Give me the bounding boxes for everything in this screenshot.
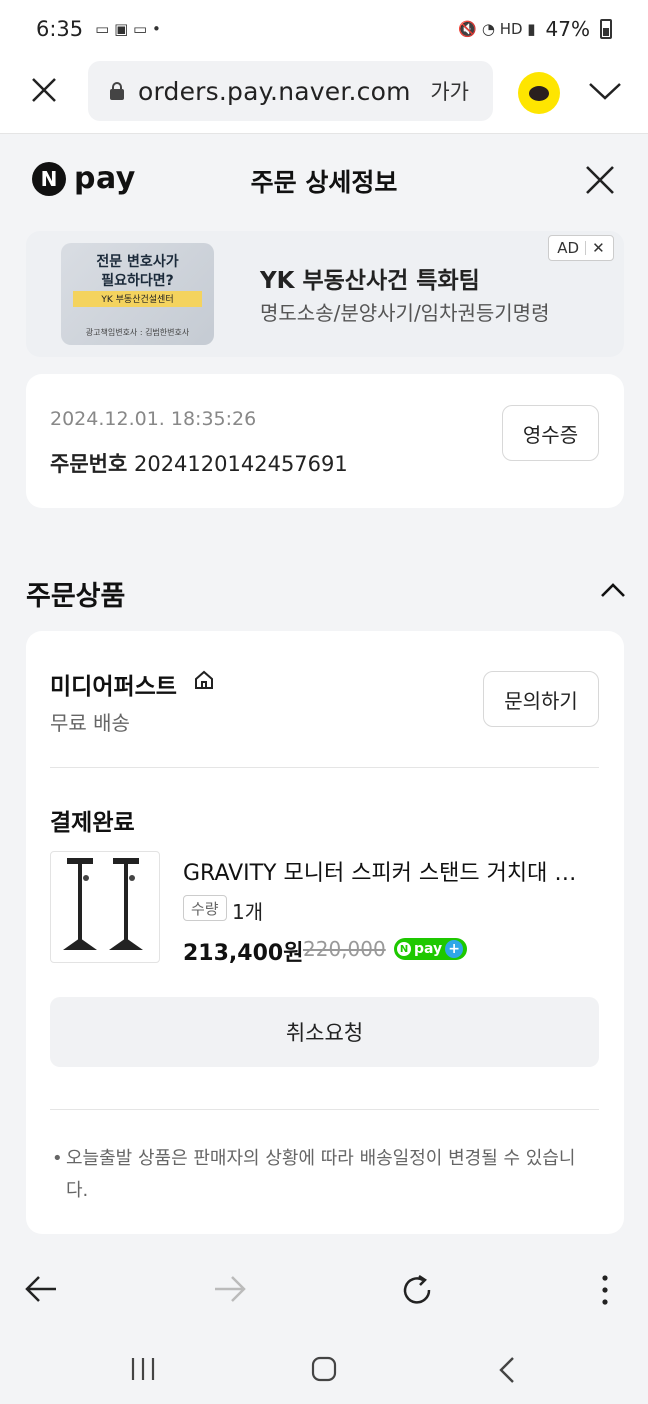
cancel-request-button[interactable]: 취소요청 [50, 997, 599, 1067]
home-icon[interactable] [311, 1356, 337, 1382]
ad-image-line4: 광고책임변호사 : 김범한변호사 [85, 328, 190, 337]
ad-badge-divider [585, 241, 587, 255]
receipt-button[interactable]: 영수증 [502, 405, 599, 461]
forward-icon[interactable] [213, 1274, 247, 1304]
address-bar[interactable]: orders.pay.naver.com 가가 [88, 61, 493, 121]
signal-icons: 🔇 ◔ HD ▮ [458, 20, 536, 38]
ad-subtitle: 명도소송/분양사기/임차권등기명령 [260, 301, 550, 325]
browser-toolbar: orders.pay.naver.com 가가 [0, 58, 648, 134]
ad-image: 전문 변호사가 필요하다면? YK 부동산건설센터 광고책임변호사 : 김범한변… [61, 243, 214, 345]
order-number: 2024120142457691 [133, 452, 348, 476]
shipping-info: 무료 배송 [50, 711, 130, 735]
inquiry-button[interactable]: 문의하기 [483, 671, 599, 727]
npay-header: N pay 주문 상세정보 [0, 135, 648, 225]
shipping-notice: • 오늘출발 상품은 판매자의 상황에 따라 배송일정이 변경될 수 있습니다. [50, 1143, 590, 1207]
ad-image-line1: 전문 변호사가 [96, 254, 179, 270]
product-name[interactable]: GRAVITY 모니터 스피커 스탠드 거치대 거치대 세트 [183, 855, 593, 887]
chevron-down-icon[interactable] [588, 80, 622, 102]
bullet: • [52, 1148, 63, 1169]
ad-banner[interactable]: 전문 변호사가 필요하다면? YK 부동산건설센터 광고책임변호사 : 김범한변… [26, 231, 624, 357]
payment-status: 결제완료 [50, 810, 135, 836]
refresh-icon[interactable] [401, 1274, 435, 1306]
divider [50, 767, 599, 768]
ad-close-icon[interactable]: ✕ [592, 239, 605, 257]
product-thumbnail[interactable] [50, 851, 160, 963]
ad-image-line2: 필요하다면? [101, 273, 174, 289]
more-options-icon[interactable] [597, 1274, 613, 1306]
ad-label: AD [557, 239, 580, 257]
npay-badge-text: pay [414, 941, 443, 957]
battery-icon [600, 19, 612, 39]
text-size-button[interactable]: 가가 [430, 76, 469, 106]
order-number-row: 주문번호 2024120142457691 [50, 448, 348, 478]
page-title: 주문 상세정보 [250, 168, 398, 197]
lock-icon [110, 82, 124, 100]
ad-image-line3: YK 부동산건설센터 [101, 295, 174, 305]
order-datetime: 2024.12.01. 18:35:26 [50, 408, 257, 430]
divider [50, 1109, 599, 1110]
ordered-products-title: 주문상품 [26, 581, 126, 612]
original-price: 220,000 [303, 937, 386, 961]
ad-badge[interactable]: AD ✕ [548, 235, 614, 261]
product-price: 213,400원 [183, 941, 304, 966]
npay-badge-n: N [397, 942, 411, 956]
product-card: 미디어퍼스트 무료 배송 문의하기 결제완료 GRAVITY 모니터 스피커 스… [26, 631, 624, 1234]
order-number-label: 주문번호 [50, 452, 128, 476]
back-icon[interactable] [24, 1274, 58, 1304]
order-info-card: 2024.12.01. 18:35:26 주문번호 20241201424576… [26, 374, 624, 508]
chevron-up-icon[interactable] [600, 582, 626, 598]
shipping-notice-text: 오늘출발 상품은 판매자의 상황에 따라 배송일정이 변경될 수 있습니다. [66, 1148, 576, 1201]
quantity-value: 1개 [232, 900, 264, 924]
battery-percent: 47% [545, 17, 590, 41]
plus-icon: + [445, 940, 464, 958]
notification-icons: ▭ ▣ ▭ • [95, 20, 161, 38]
browser-bottom-nav [0, 1250, 648, 1332]
speaker-stand-image [63, 858, 143, 950]
recent-apps-icon[interactable] [130, 1356, 156, 1382]
url-text: orders.pay.naver.com [138, 76, 411, 106]
close-icon[interactable] [584, 164, 616, 196]
system-nav-bar [0, 1332, 648, 1404]
ad-title: YK 부동산사건 특화팀 [260, 268, 480, 294]
close-tab-icon[interactable] [28, 74, 60, 106]
quantity-tag: 수량 [183, 895, 227, 921]
system-back-icon[interactable] [496, 1356, 516, 1384]
status-time: 6:35 [36, 17, 84, 41]
status-bar: 6:35 ▭ ▣ ▭ • 🔇 ◔ HD ▮ 47% [0, 0, 648, 58]
npay-plus-badge: N pay + [394, 938, 468, 960]
seller-name[interactable]: 미디어퍼스트 [50, 667, 177, 701]
store-home-icon[interactable] [193, 669, 215, 691]
kakao-talk-icon[interactable] [518, 72, 560, 114]
